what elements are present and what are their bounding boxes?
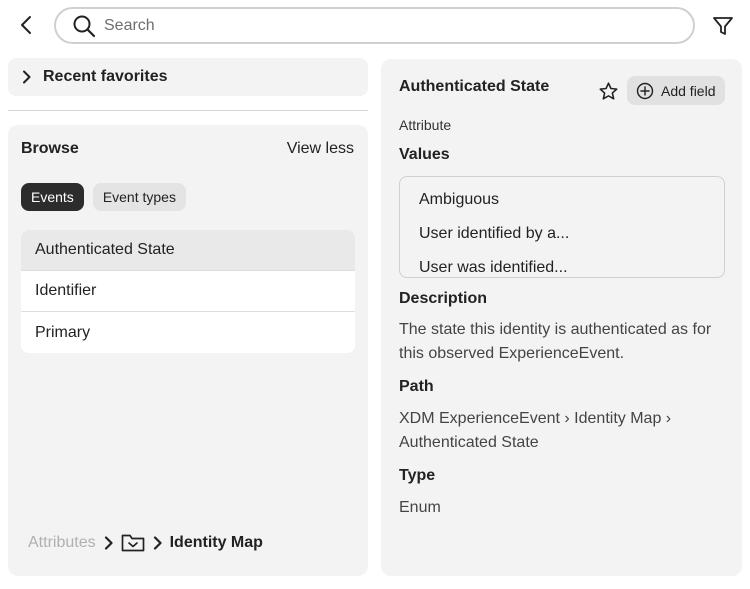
filter-button[interactable] (710, 13, 736, 39)
breadcrumb-current: Identity Map (169, 534, 263, 551)
search-icon (73, 15, 96, 37)
values-heading: Values (399, 146, 450, 163)
list-item-identifier[interactable]: Identifier (21, 271, 355, 312)
detail-subtitle: Attribute (399, 117, 452, 133)
breadcrumb: Attributes Identity Map (28, 533, 263, 553)
chevron-right-icon (153, 536, 162, 550)
search-box[interactable] (54, 7, 695, 44)
value-item: User identified by a... (419, 225, 570, 242)
filter-icon (713, 17, 733, 35)
list-item-primary[interactable]: Primary (21, 312, 355, 353)
path-heading: Path (399, 378, 434, 395)
value-item: Ambiguous (419, 191, 500, 208)
tab-event-types[interactable]: Event types (92, 183, 186, 211)
detail-title: Authenticated State (399, 78, 550, 95)
breadcrumb-attributes[interactable]: Attributes (28, 534, 96, 552)
browse-panel: Browse View less Events Event types Auth… (8, 125, 368, 576)
divider (8, 110, 368, 111)
description-heading: Description (399, 290, 488, 307)
type-heading: Type (399, 467, 436, 484)
add-field-label: Add field (661, 82, 716, 99)
add-field-button[interactable]: Add field (627, 76, 726, 105)
tab-events[interactable]: Events (21, 183, 84, 211)
chevron-right-icon (23, 70, 31, 84)
values-list: Ambiguous User identified by a... User w… (399, 176, 725, 278)
type-text: Enum (399, 499, 441, 516)
recent-favorites-toggle[interactable]: Recent favorites (8, 58, 368, 96)
star-icon (598, 81, 618, 100)
chevron-left-icon (21, 16, 31, 34)
add-circle-icon (636, 82, 654, 99)
browse-list: Authenticated State Identifier Primary (21, 230, 355, 353)
browse-tabs: Events Event types (21, 183, 186, 211)
search-input[interactable] (104, 16, 664, 35)
chevron-right-icon (104, 536, 113, 550)
browse-title: Browse (21, 140, 79, 157)
value-item: User was identified... (419, 259, 568, 276)
description-text: The state this identity is authenticated… (399, 321, 712, 362)
path-text: XDM ExperienceEvent › Identity Map › Aut… (399, 410, 672, 451)
recent-favorites-label: Recent favorites (43, 68, 168, 85)
back-button[interactable] (14, 12, 38, 38)
folder-icon[interactable] (121, 533, 145, 553)
list-item-authenticated-state[interactable]: Authenticated State (21, 230, 355, 271)
favorite-button[interactable] (597, 80, 619, 102)
detail-panel: Authenticated State Add field Attribute … (381, 59, 742, 576)
view-less-button[interactable]: View less (287, 140, 354, 158)
